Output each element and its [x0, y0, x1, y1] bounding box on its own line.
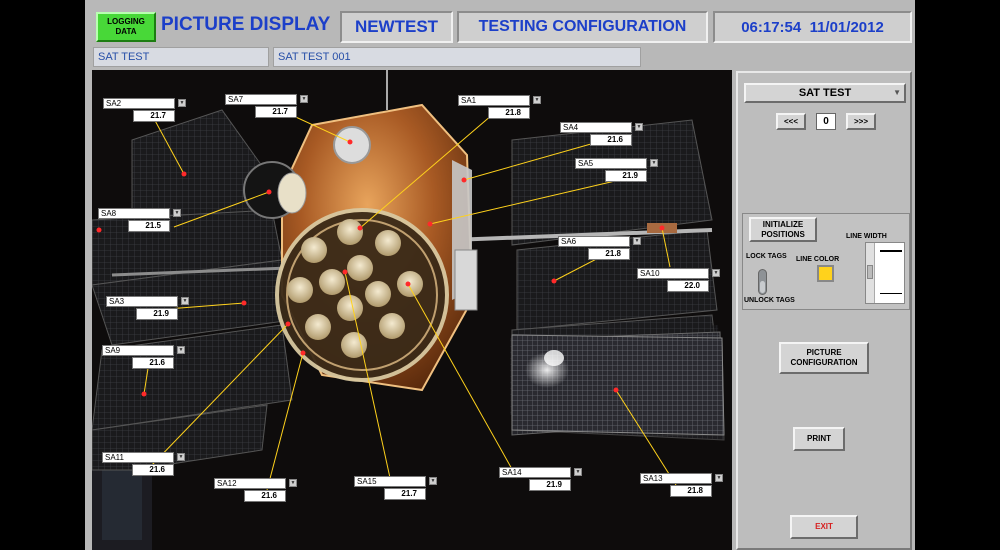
tag-value: 21.8 [670, 485, 712, 497]
mode-text: TESTING CONFIGURATION [478, 18, 687, 35]
tag-sa4[interactable]: SA4 ▼ 21.6 [560, 122, 650, 149]
tag-name: SA9 [102, 345, 174, 356]
tag-dropdown-icon[interactable]: ▼ [178, 99, 186, 107]
line-width-list[interactable] [865, 242, 905, 304]
tag-dropdown-icon[interactable]: ▼ [712, 269, 720, 277]
tag-name: SA14 [499, 467, 571, 478]
tag-name: SA6 [558, 236, 630, 247]
tag-dropdown-icon[interactable]: ▼ [574, 468, 582, 476]
tag-value: 21.8 [588, 248, 630, 260]
test-id-field: SAT TEST 001 [273, 47, 641, 67]
tag-name: SA3 [106, 296, 178, 307]
datetime-text: 06:17:54 11/01/2012 [741, 18, 884, 36]
app-window: LOGGING DATA PICTURE DISPLAY NEWTEST TES… [85, 0, 915, 550]
tag-sa13[interactable]: SA13 ▼ 21.8 [640, 473, 730, 500]
tag-value: 21.7 [255, 106, 297, 118]
tag-dropdown-icon[interactable]: ▼ [289, 479, 297, 487]
tag-value: 21.9 [529, 479, 571, 491]
tag-sa9[interactable]: SA9 ▼ 21.6 [102, 345, 192, 372]
tag-value: 21.7 [384, 488, 426, 500]
tag-dropdown-icon[interactable]: ▼ [429, 477, 437, 485]
tag-sa7[interactable]: SA7 ▼ 21.7 [225, 94, 315, 121]
tag-name: SA7 [225, 94, 297, 105]
line-color-swatch[interactable] [817, 265, 834, 282]
satellite-photo: SA2 ▼ 21.7 SA7 ▼ 21.7 SA1 ▼ 21.8 SA4 ▼ 2… [92, 70, 732, 550]
tag-name: SA11 [102, 452, 174, 463]
tag-name: SA5 [575, 158, 647, 169]
tag-dropdown-icon[interactable]: ▼ [635, 123, 643, 131]
picture-select[interactable]: SAT TEST ▼ [744, 83, 906, 103]
tag-value: 21.9 [136, 308, 178, 320]
mode-display: TESTING CONFIGURATION [457, 11, 708, 43]
tag-name: SA10 [637, 268, 709, 279]
unlock-tags-label: UNLOCK TAGS [744, 297, 795, 304]
tag-dropdown-icon[interactable]: ▼ [650, 159, 658, 167]
tag-name: SA2 [103, 98, 175, 109]
picture-configuration-button[interactable]: PICTURE CONFIGURATION [779, 342, 869, 374]
line-width-label: LINE WIDTH [846, 233, 887, 240]
tag-dropdown-icon[interactable]: ▼ [533, 96, 541, 104]
tag-dropdown-icon[interactable]: ▼ [715, 474, 723, 482]
exit-button[interactable]: EXIT [790, 515, 858, 539]
tag-value: 21.7 [133, 110, 175, 122]
tag-value: 21.6 [132, 357, 174, 369]
tag-name: SA15 [354, 476, 426, 487]
tag-name: SA8 [98, 208, 170, 219]
tag-sa5[interactable]: SA5 ▼ 21.9 [575, 158, 665, 185]
line-color-label: LINE COLOR [796, 256, 840, 263]
tag-value: 21.6 [244, 490, 286, 502]
tag-dropdown-icon[interactable]: ▼ [181, 297, 189, 305]
tag-value: 21.6 [132, 464, 174, 476]
tag-config-group: INITIALIZE POSITIONS LOCK TAGS UNLOCK TA… [742, 213, 910, 310]
tag-sa1[interactable]: SA1 ▼ 21.8 [458, 95, 548, 122]
tag-value: 22.0 [667, 280, 709, 292]
tag-dropdown-icon[interactable]: ▼ [300, 95, 308, 103]
tag-sa8[interactable]: SA8 ▼ 21.5 [98, 208, 188, 235]
tag-value: 21.6 [590, 134, 632, 146]
tag-value: 21.5 [128, 220, 170, 232]
tag-sa2[interactable]: SA2 ▼ 21.7 [103, 98, 193, 125]
tag-dropdown-icon[interactable]: ▼ [633, 237, 641, 245]
tag-dropdown-icon[interactable]: ▼ [177, 453, 185, 461]
tag-sa11[interactable]: SA11 ▼ 21.6 [102, 452, 192, 479]
chevron-down-icon: ▼ [893, 88, 901, 97]
tag-sa10[interactable]: SA10 ▼ 22.0 [637, 268, 727, 295]
line-width-option-thick[interactable] [880, 250, 902, 252]
tag-dropdown-icon[interactable]: ▼ [177, 346, 185, 354]
lock-tags-toggle[interactable] [758, 269, 767, 295]
tag-sa3[interactable]: SA3 ▼ 21.9 [106, 296, 196, 323]
tag-dropdown-icon[interactable]: ▼ [173, 209, 181, 217]
datetime-display: 06:17:54 11/01/2012 [713, 11, 912, 43]
tag-sa14[interactable]: SA14 ▼ 21.9 [499, 467, 589, 494]
line-width-scrollbar[interactable] [866, 243, 875, 303]
scroll-thumb[interactable] [867, 265, 873, 279]
tag-name: SA4 [560, 122, 632, 133]
tag-name: SA1 [458, 95, 530, 106]
test-name-display: NEWTEST [340, 11, 453, 43]
tag-sa15[interactable]: SA15 ▼ 21.7 [354, 476, 444, 503]
line-width-option-thin[interactable] [880, 293, 902, 294]
logging-data-button[interactable]: LOGGING DATA [96, 12, 156, 42]
next-button[interactable]: >>> [846, 113, 876, 130]
tag-value: 21.9 [605, 170, 647, 182]
page-title: PICTURE DISPLAY [161, 14, 331, 35]
tag-name: SA12 [214, 478, 286, 489]
tag-value: 21.8 [488, 107, 530, 119]
print-button[interactable]: PRINT [793, 427, 845, 451]
picture-index-field[interactable]: 0 [816, 113, 836, 130]
description-field: SAT TEST [93, 47, 269, 67]
initialize-positions-button[interactable]: INITIALIZE POSITIONS [749, 217, 817, 242]
control-panel: SAT TEST ▼ <<< 0 >>> INITIALIZE POSITION… [736, 71, 912, 550]
picture-select-value: SAT TEST [798, 87, 852, 99]
previous-button[interactable]: <<< [776, 113, 806, 130]
tag-sa6[interactable]: SA6 ▼ 21.8 [558, 236, 648, 263]
tag-sa12[interactable]: SA12 ▼ 21.6 [214, 478, 304, 505]
lock-tags-label: LOCK TAGS [746, 253, 787, 260]
test-name-text: NEWTEST [354, 17, 439, 36]
tag-name: SA13 [640, 473, 712, 484]
